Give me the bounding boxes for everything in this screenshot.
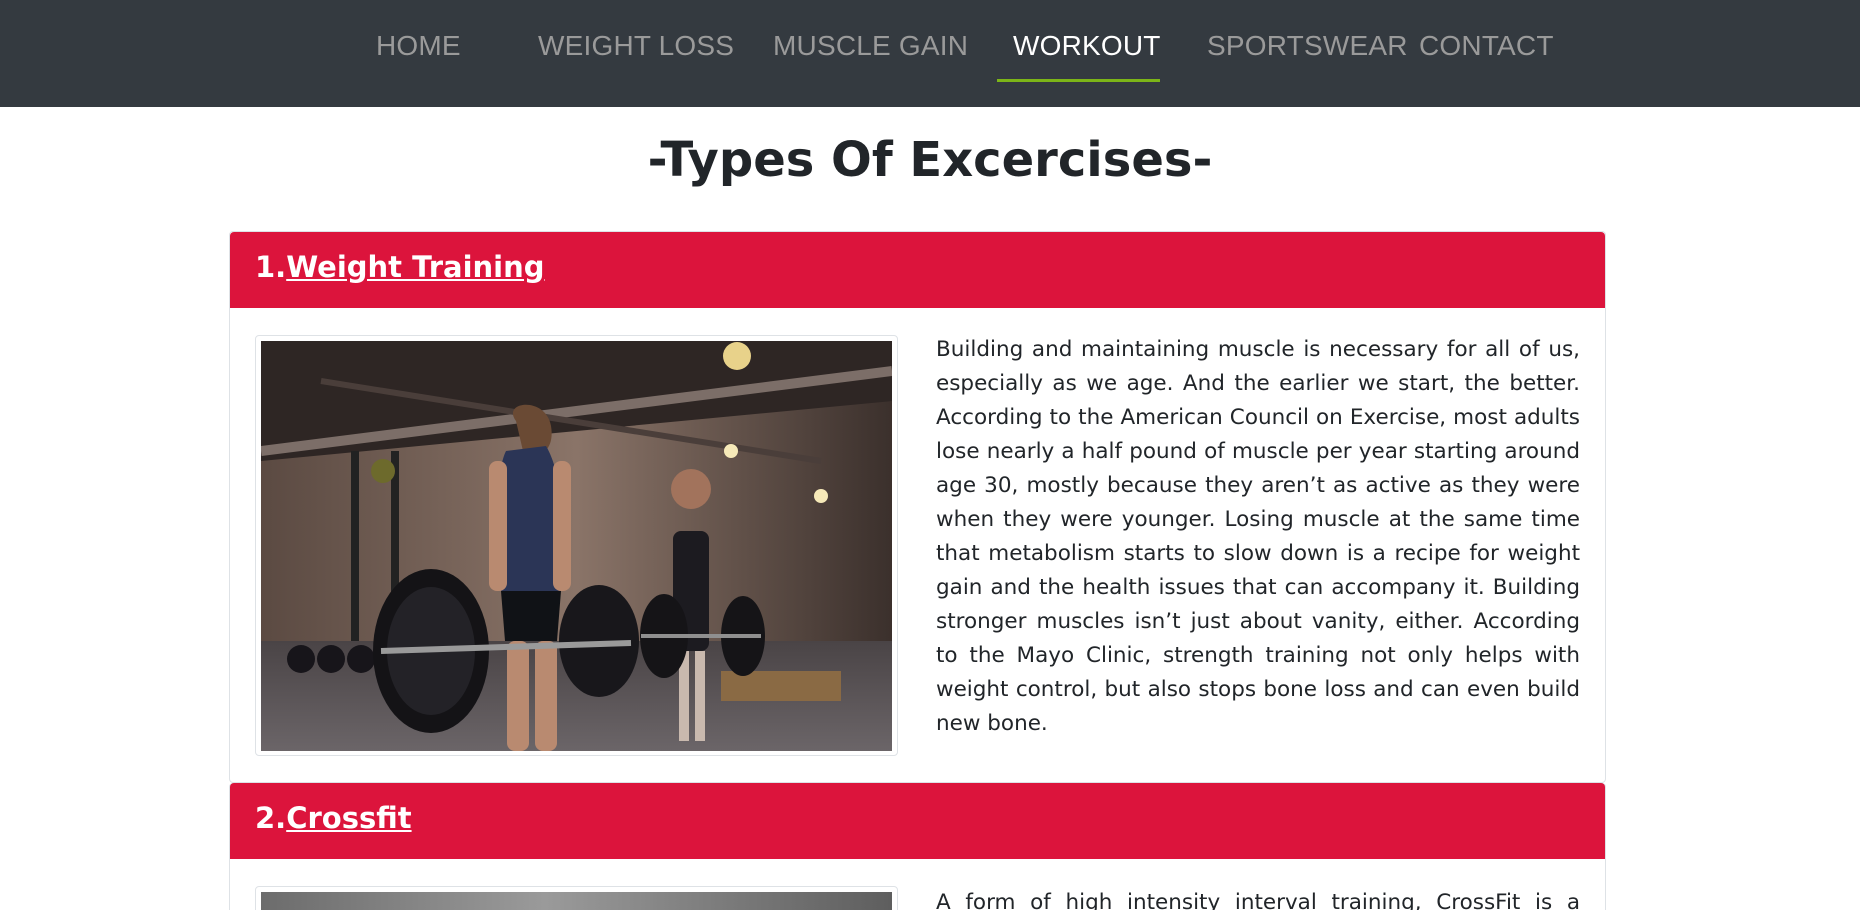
- nav-item-weight-loss[interactable]: WEIGHT LOSS: [538, 30, 734, 62]
- card-header: 1.Weight Training: [230, 232, 1605, 308]
- section-heading: 1.Weight Training: [255, 250, 545, 284]
- crossfit-link[interactable]: Crossfit: [286, 801, 411, 835]
- nav-item-contact[interactable]: CONTACT: [1419, 30, 1554, 62]
- nav-item-muscle-gain[interactable]: MUSCLE GAIN: [773, 30, 968, 62]
- section-number: 1.: [255, 250, 287, 284]
- exercise-card-weight-training: 1.Weight Training Building and maintaini…: [229, 231, 1606, 783]
- nav-item-home[interactable]: HOME: [376, 30, 461, 62]
- weight-training-description: Building and maintaining muscle is neces…: [936, 337, 1580, 736]
- image-frame: [255, 335, 898, 756]
- crossfit-description: A form of high intensity interval traini…: [936, 890, 1580, 910]
- section-heading: 2.Crossfit: [255, 801, 412, 835]
- weight-training-link[interactable]: Weight Training: [286, 250, 544, 284]
- weight-training-photo-art: [261, 341, 892, 751]
- top-navbar: HOME WEIGHT LOSS MUSCLE GAIN WORKOUT SPO…: [0, 0, 1860, 107]
- crossfit-photo: [261, 892, 892, 910]
- nav-active-underline: [997, 79, 1160, 82]
- card-header: 2.Crossfit: [230, 783, 1605, 859]
- exercise-card-crossfit: 2.Crossfit A form of high intensity inte…: [229, 783, 1606, 910]
- page-title: -Types Of Excercises-: [647, 132, 1213, 188]
- weight-training-photo: [261, 341, 892, 751]
- section-number: 2.: [255, 801, 287, 835]
- nav-item-sportswear[interactable]: SPORTSWEAR: [1207, 30, 1408, 62]
- image-frame: [255, 886, 898, 910]
- nav-item-workout[interactable]: WORKOUT: [1013, 30, 1161, 62]
